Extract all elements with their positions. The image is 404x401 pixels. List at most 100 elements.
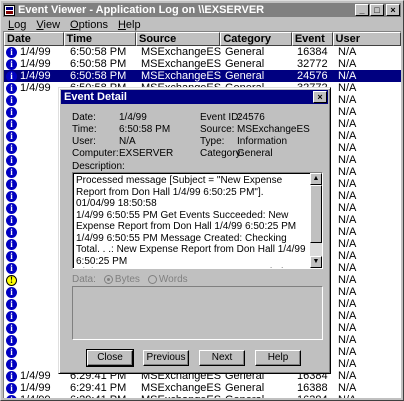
event-category: General xyxy=(225,46,265,58)
information-icon: i xyxy=(6,322,17,334)
event-date: 1/4/99 xyxy=(20,70,51,82)
event-row[interactable]: i1/4/996:29:41 PMMSExchangeESGeneral1638… xyxy=(4,394,401,398)
event-date-cell: i xyxy=(4,130,64,142)
help-button[interactable]: Help xyxy=(255,350,301,366)
event-id-value: 24576 xyxy=(237,112,265,123)
column-header-user[interactable]: User xyxy=(332,32,401,46)
event-user: N/A xyxy=(338,274,357,286)
event-date-cell: i1/4/99 xyxy=(4,394,64,398)
information-icon: i xyxy=(6,118,17,130)
event-date: 1/4/99 xyxy=(20,370,51,382)
menu-options[interactable]: Options xyxy=(65,19,113,31)
menu-log[interactable]: Log xyxy=(3,19,31,31)
menu-view-mnemonic: V xyxy=(36,18,44,31)
menu-help[interactable]: Help xyxy=(113,19,146,31)
user-label: User: xyxy=(72,136,96,147)
event-time: 6:50:58 PM xyxy=(70,70,127,82)
type-label: Type: xyxy=(200,136,225,147)
menu-options-rest: ptions xyxy=(78,18,108,31)
description-textbox[interactable]: Processed message [Subject = "New Expens… xyxy=(72,172,323,269)
menu-view-rest: iew xyxy=(43,18,61,31)
event-category: General xyxy=(222,394,294,398)
event-date-cell: i1/4/99 xyxy=(4,382,64,394)
information-icon: i xyxy=(6,70,17,82)
scroll-down-icon[interactable]: ▼ xyxy=(310,256,322,268)
dialog-close-button[interactable]: × xyxy=(313,91,327,103)
source-label: Source: xyxy=(200,124,235,135)
column-header-event[interactable]: Event xyxy=(291,32,333,46)
information-icon: i xyxy=(6,46,17,58)
words-radio[interactable] xyxy=(147,274,157,284)
information-icon: i xyxy=(6,286,17,298)
event-user: N/A xyxy=(338,370,357,382)
bytes-radio[interactable] xyxy=(103,274,113,284)
menu-view[interactable]: View xyxy=(31,19,65,31)
maximize-button[interactable]: □ xyxy=(370,4,384,16)
column-header-time[interactable]: Time xyxy=(63,32,136,46)
description-label: Description: xyxy=(72,161,125,172)
event-user: N/A xyxy=(338,154,357,166)
previous-button[interactable]: Previous xyxy=(143,350,189,366)
information-icon: i xyxy=(6,358,17,370)
event-source: MSExchangeES xyxy=(137,394,222,398)
minimize-button[interactable]: _ xyxy=(355,4,369,16)
close-dialog-button[interactable]: Close xyxy=(86,349,134,367)
event-id: 16384 xyxy=(297,46,328,58)
information-icon: i xyxy=(6,58,17,70)
event-user: N/A xyxy=(335,394,395,398)
event-user: N/A xyxy=(338,106,357,118)
event-date-cell: i xyxy=(4,142,64,154)
scroll-thumb[interactable] xyxy=(310,185,322,243)
event-user: N/A xyxy=(338,358,357,370)
scroll-up-icon[interactable]: ▲ xyxy=(310,173,322,185)
event-row[interactable]: i 1/4/99 6:50:58 PM MSExchangeES General 2457… xyxy=(4,70,401,82)
description-scrollbar[interactable]: ▲ ▼ xyxy=(310,173,322,268)
event-id: 16384 xyxy=(294,394,335,398)
event-time: 6:29:41 PM xyxy=(70,382,127,394)
date-value: 1/4/99 xyxy=(119,112,147,123)
event-date-cell: i1/4/99 xyxy=(4,58,64,70)
event-viewer-app-icon[interactable] xyxy=(4,4,15,16)
menu-bar: Log View Options Help xyxy=(3,18,401,31)
information-icon: i xyxy=(6,334,17,346)
event-user: N/A xyxy=(338,142,357,154)
column-header-source[interactable]: Source xyxy=(136,32,221,46)
column-header-row: Date Time Source Category Event User xyxy=(4,32,401,46)
close-button[interactable]: × xyxy=(386,4,400,16)
type-value: Information xyxy=(237,136,288,147)
event-date-cell: i xyxy=(4,154,64,166)
event-date-cell: i xyxy=(4,358,64,370)
event-category: General xyxy=(225,58,265,70)
information-icon: i xyxy=(6,226,17,238)
event-user: N/A xyxy=(338,118,357,130)
data-format-row: Data: Bytes Words xyxy=(72,273,188,285)
computer-value: EXSERVER xyxy=(119,148,174,159)
next-button[interactable]: Next xyxy=(199,350,245,366)
column-header-category[interactable]: Category xyxy=(220,32,292,46)
event-date-cell: i xyxy=(4,106,64,118)
event-user: N/A xyxy=(338,322,357,334)
event-row[interactable]: i1/4/996:29:41 PMMSExchangeESGeneral1638… xyxy=(4,382,401,394)
event-date-cell: i xyxy=(4,178,64,190)
event-date-cell: i1/4/99 xyxy=(4,46,64,58)
event-row[interactable]: i 1/4/99 6:50:58 PM MSExchangeES General 1638… xyxy=(4,46,401,58)
window-title-bar[interactable]: Event Viewer - Application Log on \\EXSE… xyxy=(3,3,401,17)
event-user: N/A xyxy=(338,70,357,82)
event-source: MSExchangeES xyxy=(141,70,222,82)
date-label: Date: xyxy=(72,112,96,123)
event-user: N/A xyxy=(338,82,357,94)
information-icon: i xyxy=(6,154,17,166)
column-header-date[interactable]: Date xyxy=(4,32,64,46)
event-viewer-window: Event Viewer - Application Log on \\EXSE… xyxy=(0,0,404,401)
event-date: 1/4/99 xyxy=(20,58,51,70)
dialog-title-bar[interactable]: Event Detail × xyxy=(61,90,328,104)
information-icon: i xyxy=(6,250,17,262)
event-user: N/A xyxy=(338,190,357,202)
event-category: General xyxy=(225,70,265,82)
time-label: Time: xyxy=(72,124,97,135)
event-row[interactable]: i1/4/99 6:50:58 PM MSExchangeESGeneral 3277… xyxy=(4,58,401,70)
data-label: Data: xyxy=(72,273,96,285)
information-icon: i xyxy=(6,190,17,202)
information-icon: i xyxy=(6,262,17,274)
dialog-title: Event Detail xyxy=(64,91,127,103)
